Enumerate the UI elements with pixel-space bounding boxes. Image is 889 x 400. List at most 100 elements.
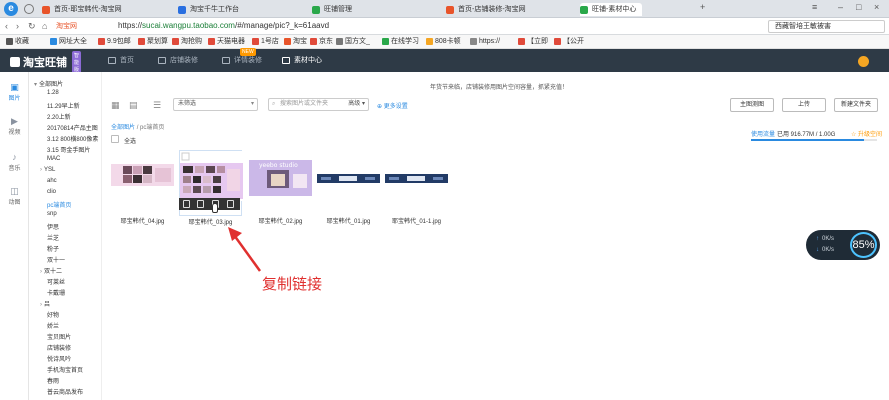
folder-item[interactable]: 娇兰 bbox=[47, 321, 59, 330]
nav-material-center[interactable]: 素材中心 bbox=[282, 49, 322, 72]
edit-icon[interactable] bbox=[197, 200, 204, 208]
refresh-icon[interactable]: ↻ bbox=[28, 21, 36, 32]
folder-item[interactable]: › 吕 bbox=[40, 299, 50, 308]
grid-view-icon[interactable]: ▦ bbox=[111, 100, 120, 111]
image-search-input[interactable]: ⌕ 搜索图片或文件夹 高级 ▾ bbox=[268, 98, 369, 111]
tab-4[interactable]: 首页-店铺装修-淘宝网 bbox=[446, 3, 526, 16]
browser-search-input[interactable]: 西藏智培王敏被害 bbox=[768, 20, 885, 33]
browser-logo-icon[interactable]: e bbox=[4, 2, 18, 16]
folder-item[interactable]: 20170814产品主图 bbox=[47, 123, 98, 132]
fav-item[interactable]: 京东 bbox=[310, 37, 333, 47]
new-tab-icon[interactable]: + bbox=[700, 2, 705, 12]
image-card[interactable]: 耶宝韩代_01-1.jpg bbox=[385, 150, 448, 225]
folder-item[interactable]: 手机淘宝首页 bbox=[47, 365, 83, 374]
tab-2[interactable]: 淘宝千牛工作台 bbox=[178, 3, 239, 16]
new-folder-button[interactable]: 新建文件夹 bbox=[834, 98, 878, 112]
tab-3[interactable]: 旺铺管理 bbox=[312, 3, 352, 16]
image-thumbnail[interactable]: yeebo studio bbox=[249, 150, 312, 200]
folder-item[interactable]: 好物 bbox=[47, 310, 59, 319]
network-speed-widget[interactable]: ↑ 0K/s ↓ 0K/s 85% bbox=[806, 230, 880, 260]
folder-item[interactable]: 3.15 哥金手图片 bbox=[47, 145, 90, 154]
close-icon[interactable]: × bbox=[874, 2, 879, 12]
nav-home[interactable]: 首页 bbox=[108, 49, 134, 72]
folder-label: pc端首页 bbox=[47, 203, 72, 209]
fav-item[interactable]: 9.9包邮 bbox=[98, 37, 131, 47]
folder-item[interactable]: 卡戴珊 bbox=[47, 288, 65, 297]
folder-item[interactable]: 双十一 bbox=[47, 255, 65, 264]
sidebar-item-image[interactable]: ▣ 图片 bbox=[0, 82, 29, 102]
breadcrumb-root[interactable]: 全部图片 bbox=[111, 125, 135, 131]
folder-item[interactable]: 兰芝 bbox=[47, 233, 59, 242]
tree-root[interactable]: ▾ 全部图片 bbox=[34, 79, 63, 88]
url-field[interactable]: https://sucai.wangpu.taobao.com/#/manage… bbox=[118, 21, 329, 30]
fav-item[interactable]: 聚划算 bbox=[138, 37, 168, 47]
delete-icon[interactable] bbox=[227, 200, 234, 208]
avatar[interactable] bbox=[858, 56, 869, 67]
image-thumbnail[interactable] bbox=[385, 150, 448, 200]
fav-item[interactable]: 收藏 bbox=[6, 37, 29, 47]
folder-item[interactable]: 11.29早上新 bbox=[47, 101, 80, 110]
folder-item[interactable]: 粉子 bbox=[47, 244, 59, 253]
brand-logo[interactable]: 淘宝旺铺 智能版 bbox=[10, 51, 82, 74]
folder-item[interactable]: snp bbox=[47, 211, 57, 217]
tab-5-active[interactable]: 旺铺-素材中心 bbox=[580, 3, 643, 16]
back-icon[interactable]: ‹ bbox=[5, 21, 8, 31]
preview-icon[interactable] bbox=[183, 200, 190, 208]
image-card[interactable]: yeebo studio 耶宝韩代_02.jpg bbox=[249, 150, 312, 225]
folder-item[interactable]: 2.20上新 bbox=[47, 112, 71, 121]
image-thumbnail[interactable] bbox=[180, 151, 243, 201]
folder-item[interactable]: 宝贝图片 bbox=[47, 332, 71, 341]
menu-icon[interactable]: ≡ bbox=[812, 2, 817, 12]
home-icon[interactable]: ⌂ bbox=[42, 21, 47, 31]
browser-nav-icon[interactable] bbox=[24, 4, 34, 14]
fav-label: 【公开 bbox=[563, 38, 584, 45]
folder-item[interactable]: 春雨 bbox=[47, 376, 59, 385]
folder-item[interactable]: 悦诗风吟 bbox=[47, 354, 71, 363]
minimize-icon[interactable]: – bbox=[838, 2, 843, 12]
sidebar-item-music[interactable]: ♪ 音乐 bbox=[0, 152, 29, 172]
theme-image-button[interactable]: 主图测图 bbox=[730, 98, 774, 112]
forward-icon[interactable]: › bbox=[16, 21, 19, 31]
folder-item[interactable]: clio bbox=[47, 189, 56, 195]
folder-item[interactable]: 伊思 bbox=[47, 222, 59, 231]
folder-item-selected[interactable]: pc端首页 bbox=[47, 200, 71, 209]
fav-item[interactable]: 【立即 bbox=[518, 37, 548, 47]
folder-item[interactable]: 3.12 800横800像素 bbox=[47, 134, 98, 143]
upgrade-link[interactable]: ☆ 升级空间 bbox=[851, 129, 882, 138]
folder-item[interactable]: MAC bbox=[47, 156, 60, 162]
fav-item[interactable]: 1号店 bbox=[252, 37, 279, 47]
folder-item[interactable]: 1.28 bbox=[47, 90, 59, 96]
image-card[interactable]: 耶宝韩代_04.jpg bbox=[111, 150, 174, 225]
folder-item[interactable]: › 双十二 bbox=[40, 266, 62, 275]
sidebar-item-video[interactable]: ▶ 视频 bbox=[0, 116, 29, 136]
fav-item[interactable]: 天猫电器 bbox=[208, 37, 245, 47]
image-card[interactable]: 耶宝韩代_01.jpg bbox=[317, 150, 380, 225]
folder-item[interactable]: › YSL bbox=[40, 167, 55, 173]
list-view-icon[interactable]: ☰ bbox=[153, 100, 161, 111]
fav-item[interactable]: 808卡顿 bbox=[426, 37, 461, 47]
image-thumbnail[interactable] bbox=[111, 150, 174, 200]
large-grid-icon[interactable]: ▤ bbox=[129, 100, 138, 111]
folder-item[interactable]: 店铺装修 bbox=[47, 343, 71, 352]
folder-item[interactable]: ahc bbox=[47, 178, 57, 184]
more-settings-link[interactable]: ⊕ 更多设置 bbox=[377, 101, 408, 110]
sidebar-item-gif[interactable]: ◫ 动图 bbox=[0, 186, 29, 206]
image-thumbnail[interactable] bbox=[317, 150, 380, 200]
filter-select[interactable]: 未筛选 ▾ bbox=[173, 98, 258, 111]
upload-button[interactable]: 上传 bbox=[782, 98, 826, 112]
fav-item[interactable]: https:// bbox=[470, 37, 500, 47]
folder-item[interactable]: 普云商品发布 bbox=[47, 387, 83, 396]
fav-item[interactable]: 【公开 bbox=[554, 37, 584, 47]
select-all-checkbox[interactable] bbox=[111, 135, 119, 143]
maximize-icon[interactable]: □ bbox=[856, 2, 861, 12]
fav-item[interactable]: 淘宝 bbox=[284, 37, 307, 47]
nav-store-decor[interactable]: 店铺装修 bbox=[158, 49, 198, 72]
advanced-search[interactable]: 高级 ▾ bbox=[348, 99, 365, 110]
fav-item[interactable]: 国方文_ bbox=[336, 37, 370, 47]
fav-item[interactable]: 网址大全 bbox=[50, 37, 87, 47]
tab-1[interactable]: 首页-耶宝韩代-淘宝网 bbox=[42, 3, 122, 16]
folder-item[interactable]: 可莱丝 bbox=[47, 277, 65, 286]
nav-detail-decor[interactable]: 详情装修 NEW bbox=[222, 48, 262, 72]
fav-item[interactable]: 在线学习 bbox=[382, 37, 419, 47]
fav-item[interactable]: 淘抢购 bbox=[172, 37, 202, 47]
